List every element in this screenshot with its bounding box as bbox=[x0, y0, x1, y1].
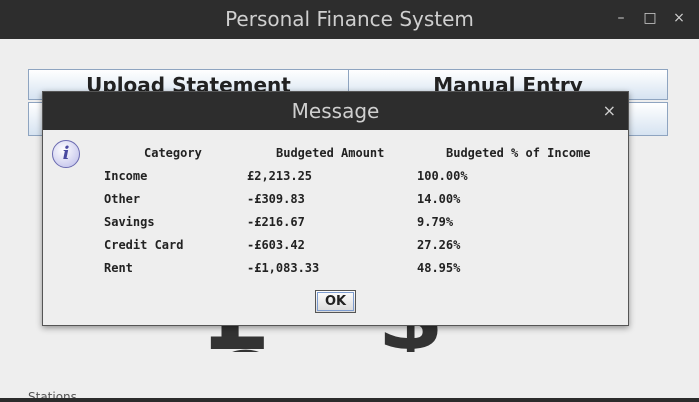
header-budgeted-percent: Budgeted % of Income bbox=[446, 146, 591, 160]
window-title: Personal Finance System bbox=[225, 7, 474, 31]
row-amount: £2,213.25 bbox=[247, 169, 313, 183]
row-category: Credit Card bbox=[104, 238, 184, 252]
message-dialog: Message × i Category Budgeted Amount Bud… bbox=[42, 91, 629, 326]
close-icon[interactable]: × bbox=[670, 9, 688, 27]
row-percent: 100.00% bbox=[417, 169, 468, 183]
row-amount: -£603.42 bbox=[247, 238, 305, 252]
minimize-icon[interactable]: – bbox=[612, 9, 630, 27]
row-category: Rent bbox=[104, 261, 133, 275]
dialog-titlebar: Message × bbox=[43, 92, 628, 130]
header-category: Category bbox=[144, 146, 202, 160]
maximize-icon[interactable]: □ bbox=[641, 9, 659, 27]
row-category: Savings bbox=[104, 215, 155, 229]
row-amount: -£1,083.33 bbox=[247, 261, 320, 275]
main-titlebar: Personal Finance System – □ × bbox=[0, 0, 699, 39]
row-amount: -£216.67 bbox=[247, 215, 305, 229]
row-category: Other bbox=[104, 192, 141, 206]
row-percent: 14.00% bbox=[417, 192, 461, 206]
bottom-edge bbox=[0, 398, 699, 402]
ok-button[interactable]: OK bbox=[315, 290, 356, 313]
row-percent: 48.95% bbox=[417, 261, 461, 275]
row-category: Income bbox=[104, 169, 148, 183]
bottom-label: Stations bbox=[28, 390, 77, 398]
info-icon: i bbox=[52, 140, 80, 168]
row-percent: 9.79% bbox=[417, 215, 454, 229]
row-percent: 27.26% bbox=[417, 238, 461, 252]
dialog-title: Message bbox=[291, 99, 380, 123]
dialog-close-icon[interactable]: × bbox=[603, 101, 616, 120]
header-budgeted-amount: Budgeted Amount bbox=[276, 146, 385, 160]
row-amount: -£309.83 bbox=[247, 192, 305, 206]
